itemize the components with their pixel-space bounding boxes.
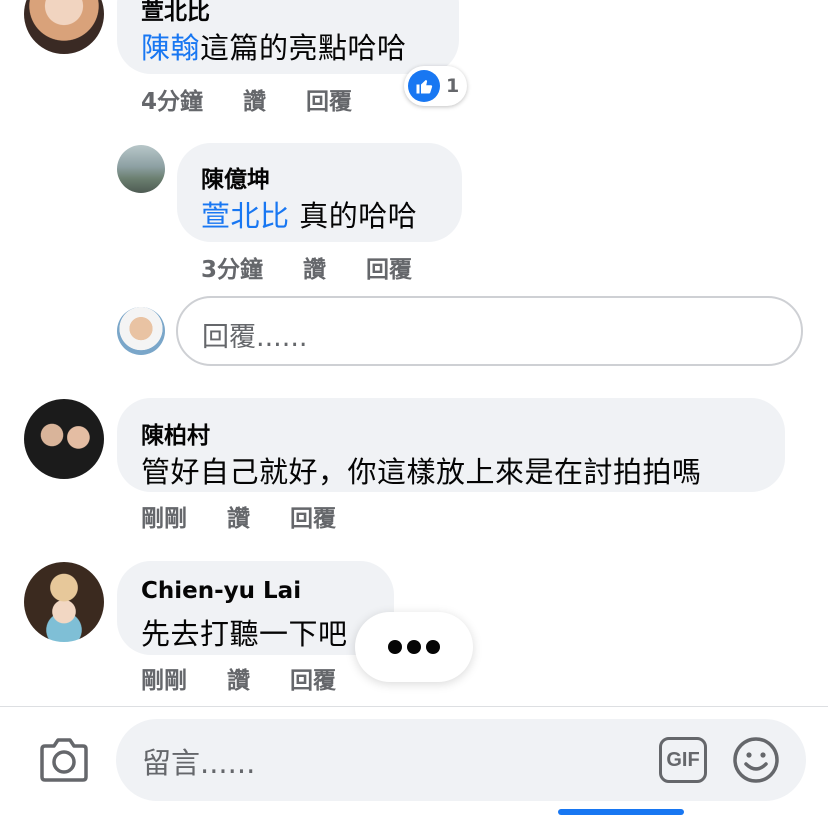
typing-dot (407, 640, 421, 654)
comment-actions: 剛剛 讚 回覆 (141, 499, 368, 533)
like-icon (408, 70, 440, 102)
like-button[interactable]: 讚 (303, 257, 326, 283)
comment-placeholder: 留言...... (142, 746, 256, 780)
reply-button[interactable]: 回覆 (290, 506, 336, 532)
commenter-name[interactable]: 陳柏村 (141, 416, 210, 450)
comment-actions: 剛剛 讚 回覆 (141, 661, 368, 695)
typing-dot (426, 640, 440, 654)
gif-label: GIF (666, 748, 700, 771)
reply-input[interactable]: 回覆...... (176, 296, 803, 366)
typing-dot (388, 640, 402, 654)
typing-indicator (355, 612, 473, 682)
comment-text: 先去打聽一下吧 (141, 617, 348, 651)
comment-body: 真的哈哈 (289, 199, 418, 233)
like-button[interactable]: 讚 (243, 89, 266, 115)
avatar[interactable] (24, 0, 104, 54)
comment-text: 管好自己就好，你這樣放上來是在討拍拍嗎 (141, 455, 702, 489)
avatar[interactable] (117, 145, 165, 193)
gif-icon[interactable]: GIF (659, 737, 707, 783)
timestamp[interactable]: 剛剛 (141, 506, 187, 532)
comment-text: 陳翰這篇的亮點哈哈 (141, 25, 407, 67)
comment-actions: 4分鐘 讚 回覆 (141, 82, 384, 116)
comment-input[interactable]: 留言...... GIF (116, 719, 806, 801)
camera-icon[interactable] (38, 737, 90, 783)
comment-text: 萱北比 真的哈哈 (201, 193, 417, 235)
home-indicator (558, 809, 684, 815)
reply-button[interactable]: 回覆 (366, 257, 412, 283)
comment-body: 這篇的亮點哈哈 (200, 31, 407, 65)
avatar[interactable] (24, 562, 104, 642)
comment-actions: 3分鐘 讚 回覆 (201, 250, 444, 284)
current-user-avatar (117, 307, 165, 355)
timestamp[interactable]: 3分鐘 (201, 257, 263, 283)
reply-button[interactable]: 回覆 (306, 89, 352, 115)
reply-placeholder: 回覆...... (202, 322, 308, 353)
avatar[interactable] (24, 399, 104, 479)
reply-button[interactable]: 回覆 (290, 668, 336, 694)
emoji-icon[interactable] (732, 736, 780, 784)
like-button[interactable]: 讚 (227, 668, 250, 694)
commenter-name[interactable]: 陳億坤 (201, 160, 270, 194)
commenter-name[interactable]: Chien-yu Lai (141, 578, 301, 604)
mention-link[interactable]: 萱北比 (201, 199, 290, 233)
reaction-count: 1 (446, 75, 460, 97)
timestamp[interactable]: 4分鐘 (141, 89, 203, 115)
timestamp[interactable]: 剛剛 (141, 668, 187, 694)
reaction-badge[interactable]: 1 (404, 66, 468, 106)
like-button[interactable]: 讚 (227, 506, 250, 532)
mention-link[interactable]: 陳翰 (141, 31, 200, 65)
comment-composer-bar: 留言...... GIF (0, 706, 828, 828)
commenter-name[interactable]: 萱北比 (141, 0, 210, 26)
